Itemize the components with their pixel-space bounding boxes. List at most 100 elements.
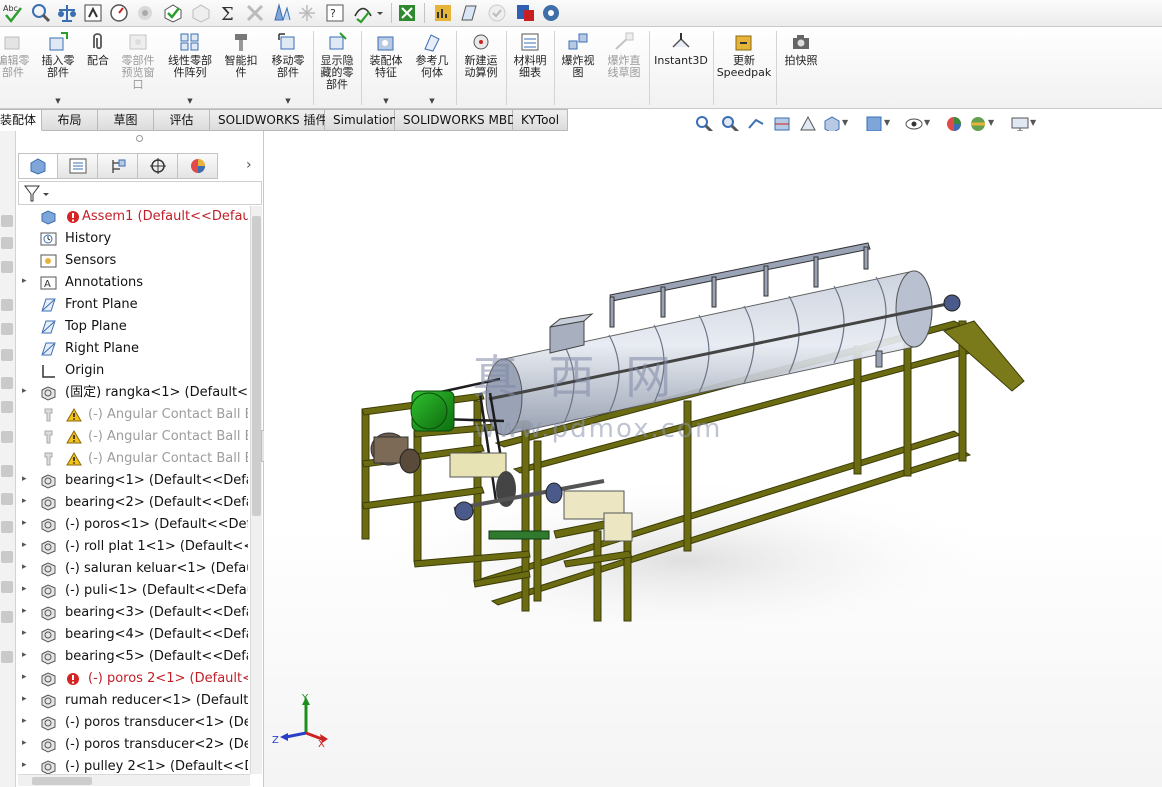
scroll-thumb[interactable]: [252, 216, 261, 516]
tree-item[interactable]: ▸ (-) poros transducer<2> (Defau: [16, 734, 248, 756]
property-manager-tab[interactable]: [58, 153, 98, 179]
bill-of-materials-button[interactable]: 材料明 细表: [508, 31, 552, 107]
properties-icon[interactable]: [458, 2, 480, 24]
strip-icon[interactable]: [1, 465, 13, 477]
sum-icon[interactable]: Σ: [218, 2, 240, 24]
tree-item[interactable]: ▸ (-) saluran keluar<1> (Default<: [16, 558, 248, 580]
interference-icon[interactable]: [244, 2, 266, 24]
dimxpert-manager-tab[interactable]: [138, 153, 178, 179]
panel-grip-icon[interactable]: [136, 135, 143, 142]
strip-icon[interactable]: [1, 261, 13, 273]
tree-item[interactable]: Front Plane: [16, 294, 248, 316]
exploded-view-button[interactable]: 爆炸视 图: [556, 31, 600, 107]
tree-item[interactable]: Sensors: [16, 250, 248, 272]
strip-icon[interactable]: [1, 651, 13, 663]
chevron-down-icon[interactable]: ▼: [187, 97, 192, 105]
strip-icon[interactable]: [1, 237, 13, 249]
tree-horizontal-scrollbar[interactable]: [18, 774, 250, 786]
strip-icon[interactable]: [1, 493, 13, 505]
graphics-viewport[interactable]: 真 西 网 www.pdmox.com Y X Z: [264, 131, 1162, 787]
strip-icon[interactable]: [1, 431, 13, 443]
tree-item[interactable]: (-) Angular Contact Ball Bea: [16, 448, 248, 470]
featuremanager-tree-tab[interactable]: [18, 153, 58, 179]
strip-icon[interactable]: [1, 377, 13, 389]
tab-solidworks-addins[interactable]: SOLIDWORKS 插件: [210, 109, 327, 131]
instant3d-button[interactable]: Instant3D: [652, 31, 710, 107]
expand-arrow-icon[interactable]: ▸: [22, 694, 27, 704]
scroll-thumb[interactable]: [32, 777, 92, 785]
strip-icon[interactable]: [1, 215, 13, 227]
tree-item[interactable]: ▸ bearing<2> (Default<<Default>: [16, 492, 248, 514]
tree-item[interactable]: ▸ bearing<1> (Default<<Default>: [16, 470, 248, 492]
tree-item[interactable]: (-) Angular Contact Ball Bea: [16, 426, 248, 448]
measure-icon[interactable]: [30, 2, 52, 24]
tree-filter-box[interactable]: [18, 181, 262, 205]
tree-vertical-scrollbar[interactable]: [250, 206, 262, 774]
expand-arrow-icon[interactable]: ▸: [22, 276, 27, 286]
linear-pattern-button[interactable]: 线性零部 件阵列 ▼: [162, 31, 218, 107]
display-manager-tab[interactable]: [178, 153, 218, 179]
tab-solidworks-mbd[interactable]: SOLIDWORKS MBD: [395, 109, 516, 131]
chevron-down-icon[interactable]: ▼: [55, 97, 60, 105]
macro-icon[interactable]: [82, 2, 104, 24]
chevron-down-icon[interactable]: ▼: [988, 118, 994, 127]
equations-icon[interactable]: ?: [324, 2, 346, 24]
mass-properties-icon[interactable]: [56, 2, 78, 24]
tree-item[interactable]: ▸ A Annotations: [16, 272, 248, 294]
section-properties-icon[interactable]: [296, 2, 318, 24]
chevron-down-icon[interactable]: ▼: [884, 118, 890, 127]
expand-arrow-icon[interactable]: ▸: [22, 628, 27, 638]
show-hidden-components-button[interactable]: 显示隐 藏的零 部件: [314, 31, 360, 107]
tree-item[interactable]: ▸ bearing<3> (Default<<Default>: [16, 602, 248, 624]
chevron-down-icon[interactable]: ▼: [383, 97, 388, 105]
office-icon[interactable]: [514, 2, 536, 24]
move-component-button[interactable]: 移动零 部件 ▼: [264, 31, 312, 107]
tree-item[interactable]: (-) Angular Contact Ball Bea: [16, 404, 248, 426]
chevron-down-icon[interactable]: ▼: [924, 118, 930, 127]
tree-item[interactable]: Right Plane: [16, 338, 248, 360]
tree-item[interactable]: ▸ (-) roll plat 1<1> (Default<<De: [16, 536, 248, 558]
expand-arrow-icon[interactable]: ▸: [22, 672, 27, 682]
tree-item[interactable]: Assem1 (Default<<Default>_Ap: [16, 206, 248, 228]
expand-arrow-icon[interactable]: ▸: [22, 386, 27, 396]
tab-sketch[interactable]: 草图: [98, 109, 154, 131]
strip-icon[interactable]: [1, 581, 13, 593]
check-mark-icon[interactable]: [486, 2, 508, 24]
feature-statistics-icon[interactable]: [432, 2, 454, 24]
tab-assembly[interactable]: 装配体: [0, 109, 42, 131]
settings-globe-icon[interactable]: [540, 2, 562, 24]
performance-icon[interactable]: [108, 2, 130, 24]
tab-simulation[interactable]: Simulation: [325, 109, 397, 131]
tree-item[interactable]: History: [16, 228, 248, 250]
smart-fasteners-button[interactable]: 智能扣 件: [220, 31, 262, 107]
tree-item[interactable]: Origin: [16, 360, 248, 382]
chevron-down-icon[interactable]: [374, 2, 386, 24]
strip-icon[interactable]: [1, 611, 13, 623]
expand-arrow-icon[interactable]: ▸: [22, 716, 27, 726]
tab-kytool[interactable]: KYTool: [513, 109, 568, 131]
spelling-check-icon[interactable]: Abc: [2, 2, 24, 24]
mate-button[interactable]: 配合: [82, 31, 114, 107]
design-checker-icon[interactable]: [162, 2, 184, 24]
expand-arrow-icon[interactable]: ▸: [22, 650, 27, 660]
expand-arrow-icon[interactable]: ▸: [22, 474, 27, 484]
strip-icon[interactable]: [1, 323, 13, 335]
expand-arrow-icon[interactable]: ▸: [22, 760, 27, 770]
expand-arrow-icon[interactable]: ▸: [22, 562, 27, 572]
assembly-features-button[interactable]: 装配体 特征 ▼: [364, 31, 408, 107]
tree-item[interactable]: Top Plane: [16, 316, 248, 338]
strip-icon[interactable]: [1, 551, 13, 563]
tree-item[interactable]: ▸ rumah reducer<1> (Default<<D: [16, 690, 248, 712]
expand-arrow-icon[interactable]: ▸: [22, 540, 27, 550]
tree-item[interactable]: ▸ (-) poros<1> (Default<<Defaul: [16, 514, 248, 536]
sketch-check-icon[interactable]: [352, 2, 374, 24]
tab-evaluate[interactable]: 评估: [154, 109, 210, 131]
component-preview-button[interactable]: 零部件 预览窗 口: [116, 31, 160, 107]
tree-item[interactable]: ▸ (-) pulley 2<1> (Default<<Defa: [16, 756, 248, 774]
expand-arrow-icon[interactable]: ▸: [22, 584, 27, 594]
compare-icon[interactable]: [190, 2, 212, 24]
balance-icon[interactable]: [270, 2, 292, 24]
chevron-down-icon[interactable]: ▼: [1030, 118, 1036, 127]
edit-component-button[interactable]: 编辑零 部件: [0, 31, 32, 107]
chevron-down-icon[interactable]: ▼: [429, 97, 434, 105]
